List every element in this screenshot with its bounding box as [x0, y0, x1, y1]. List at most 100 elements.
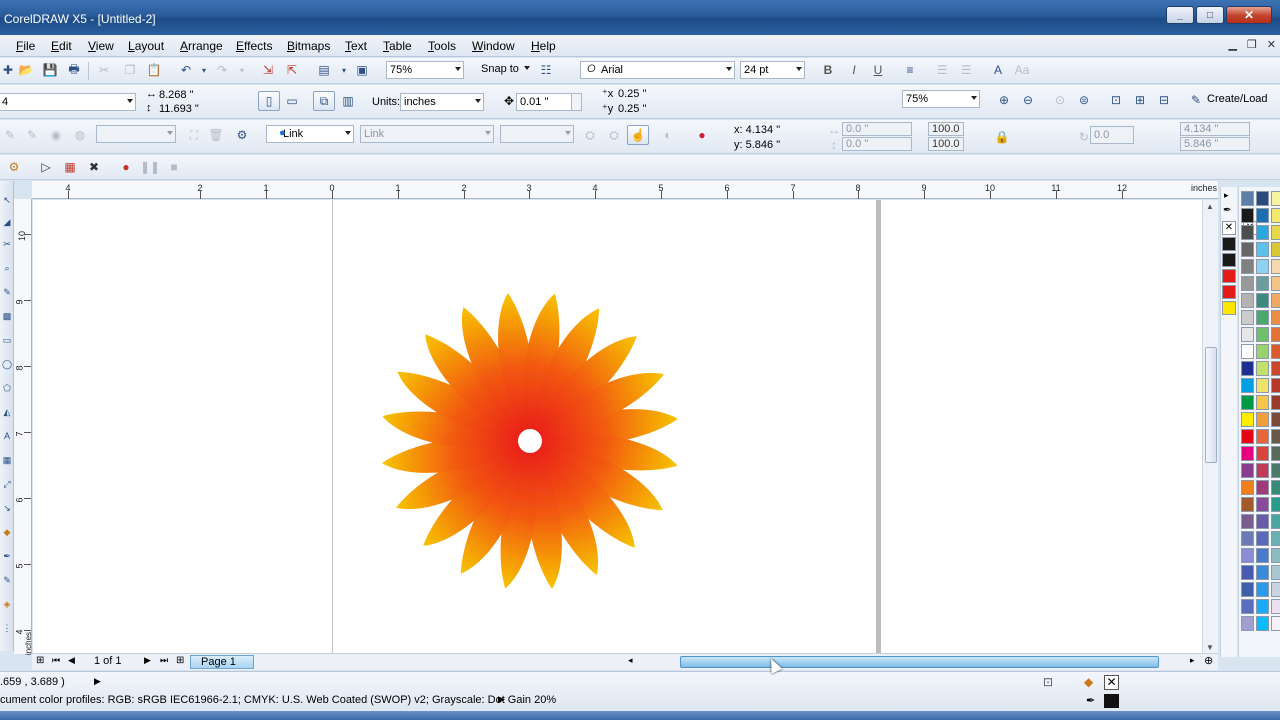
- palette-color-swatch[interactable]: [1271, 225, 1280, 240]
- table-tool-icon[interactable]: ▦: [1, 455, 13, 467]
- palette-color-swatch[interactable]: [1271, 514, 1280, 529]
- palette-color-swatch[interactable]: [1271, 327, 1280, 342]
- palette-color-swatch[interactable]: [1241, 565, 1254, 580]
- mdi-minimize-icon[interactable]: ▁: [1228, 38, 1236, 51]
- palette-color-swatch[interactable]: [1256, 446, 1269, 461]
- bullet-list-icon[interactable]: ☰: [934, 62, 950, 78]
- palette-color-swatch[interactable]: [1241, 293, 1254, 308]
- palette-color-swatch[interactable]: [1241, 259, 1254, 274]
- palette-color-swatch[interactable]: [1271, 565, 1280, 580]
- palette-color-swatch[interactable]: [1256, 514, 1269, 529]
- stop-icon[interactable]: ●: [694, 127, 710, 143]
- crop-tool-icon[interactable]: ✂: [1, 239, 13, 251]
- paper-type-select[interactable]: 4: [0, 93, 136, 111]
- undo-icon[interactable]: ↶: [178, 62, 194, 78]
- bold-icon[interactable]: B: [820, 62, 836, 78]
- object-select-disabled[interactable]: [96, 125, 176, 143]
- status-arrow-icon[interactable]: ▶: [94, 676, 101, 687]
- menu-tools[interactable]: Tools: [428, 39, 456, 53]
- macro-editor-icon[interactable]: ▦: [62, 159, 78, 175]
- palette-color-swatch[interactable]: [1256, 548, 1269, 563]
- palette-color-swatch[interactable]: [1241, 361, 1254, 376]
- create-load-button[interactable]: Create/Load: [1207, 93, 1268, 105]
- eyedropper-tool-icon[interactable]: ✒: [1, 551, 13, 563]
- angle-field[interactable]: 0.0: [1090, 126, 1134, 144]
- stop-record-icon[interactable]: ■: [166, 159, 182, 175]
- palette-color-swatch[interactable]: [1256, 225, 1269, 240]
- vertical-scrollbar[interactable]: ▲ ▼: [1202, 200, 1218, 654]
- snap-status-icon[interactable]: ⊡: [1043, 675, 1053, 689]
- object-icon-2[interactable]: ⛭: [582, 127, 598, 143]
- link-properties-icon[interactable]: ⚙: [234, 127, 250, 143]
- palette-color-swatch[interactable]: [1271, 191, 1280, 206]
- zoom-all-icon[interactable]: ⊜: [1076, 92, 1092, 108]
- object-icon-1[interactable]: ⛶: [186, 127, 202, 143]
- palette-color-swatch[interactable]: [1271, 463, 1280, 478]
- document-color-swatch[interactable]: [1222, 269, 1236, 283]
- menu-effects[interactable]: Effects: [236, 39, 272, 53]
- link-url-field[interactable]: Link: [360, 125, 494, 143]
- palette-color-swatch[interactable]: [1241, 582, 1254, 597]
- welcome-screen-icon[interactable]: ▣: [354, 62, 370, 78]
- pos-y-field[interactable]: 5.846 ": [1180, 137, 1250, 151]
- options-icon[interactable]: ☷: [538, 62, 554, 78]
- palette-color-swatch[interactable]: [1271, 480, 1280, 495]
- menu-file[interactable]: File: [16, 39, 35, 53]
- palette-color-swatch[interactable]: [1256, 395, 1269, 410]
- palette-color-swatch[interactable]: [1271, 412, 1280, 427]
- menu-edit[interactable]: Edit: [51, 39, 72, 53]
- shape-tool-icon[interactable]: ◢: [1, 217, 13, 229]
- navigator-zoom-icon[interactable]: ⊕: [1204, 654, 1213, 667]
- next-page-icon[interactable]: ▶: [144, 655, 151, 666]
- link-tool-icon-2[interactable]: ✎: [24, 127, 40, 143]
- palette-color-swatch[interactable]: [1241, 446, 1254, 461]
- export-icon[interactable]: ⇱: [284, 62, 300, 78]
- menu-arrange[interactable]: Arrange: [180, 39, 223, 53]
- pos-x-field[interactable]: 4.134 ": [1180, 122, 1250, 136]
- page-width-field[interactable]: 8.268 ": [156, 87, 236, 102]
- nudge-distance-field[interactable]: 0.01 ": [516, 93, 582, 111]
- vertical-scroll-thumb[interactable]: [1205, 347, 1217, 463]
- add-page-after-icon[interactable]: ⊞: [176, 655, 184, 666]
- close-button[interactable]: ✕: [1226, 6, 1272, 24]
- mdi-close-icon[interactable]: ✕: [1267, 38, 1276, 51]
- cut-icon[interactable]: ✂: [96, 62, 112, 78]
- new-icon[interactable]: ✚: [0, 62, 16, 78]
- zoom-level-select[interactable]: 75%: [386, 61, 464, 79]
- palette-color-swatch[interactable]: [1241, 378, 1254, 393]
- palette-color-swatch[interactable]: [1241, 327, 1254, 342]
- palette-color-swatch[interactable]: [1241, 225, 1254, 240]
- horizontal-scroll-thumb[interactable]: [680, 656, 1159, 668]
- palette-color-swatch[interactable]: [1271, 429, 1280, 444]
- outline-color-swatch[interactable]: [1104, 694, 1119, 708]
- palette-color-swatch[interactable]: [1256, 344, 1269, 359]
- zoom-page-icon[interactable]: ⊡: [1108, 92, 1124, 108]
- profiles-arrow-icon[interactable]: ▶: [498, 694, 505, 705]
- palette-color-swatch[interactable]: [1256, 429, 1269, 444]
- page-tab[interactable]: Page 1: [190, 655, 254, 669]
- edit-text-icon[interactable]: A: [990, 62, 1006, 78]
- prev-page-icon[interactable]: ◀: [68, 655, 75, 666]
- palette-color-swatch[interactable]: [1256, 565, 1269, 580]
- scale-height-field[interactable]: 100.0: [928, 137, 964, 151]
- text-properties-icon[interactable]: Aa: [1014, 62, 1030, 78]
- outline-status-icon[interactable]: ✒: [1086, 694, 1095, 707]
- palette-color-swatch[interactable]: [1271, 446, 1280, 461]
- freehand-tool-icon[interactable]: ✎: [1, 287, 13, 299]
- palette-color-swatch[interactable]: [1241, 548, 1254, 563]
- document-color-swatch[interactable]: [1222, 237, 1236, 251]
- duplicate-y-field[interactable]: 0.25 ": [615, 101, 705, 116]
- eyedropper-icon[interactable]: ✒: [1223, 205, 1231, 216]
- mdi-restore-icon[interactable]: ❐: [1247, 38, 1257, 51]
- minimize-button[interactable]: _: [1166, 6, 1194, 24]
- palette-color-swatch[interactable]: [1256, 310, 1269, 325]
- palette-color-swatch[interactable]: [1256, 378, 1269, 393]
- redo-dropdown-icon[interactable]: ▾: [234, 62, 250, 78]
- palette-color-swatch[interactable]: [1271, 497, 1280, 512]
- zoom-tool-icon[interactable]: ⌕: [1, 263, 13, 275]
- current-page-icon[interactable]: ▥: [340, 93, 356, 109]
- palette-color-swatch[interactable]: [1241, 191, 1254, 206]
- undo-dropdown-icon[interactable]: ▾: [196, 62, 212, 78]
- redo-icon[interactable]: ↷: [214, 62, 230, 78]
- interactive-fill-tool-icon[interactable]: ◈: [1, 599, 13, 611]
